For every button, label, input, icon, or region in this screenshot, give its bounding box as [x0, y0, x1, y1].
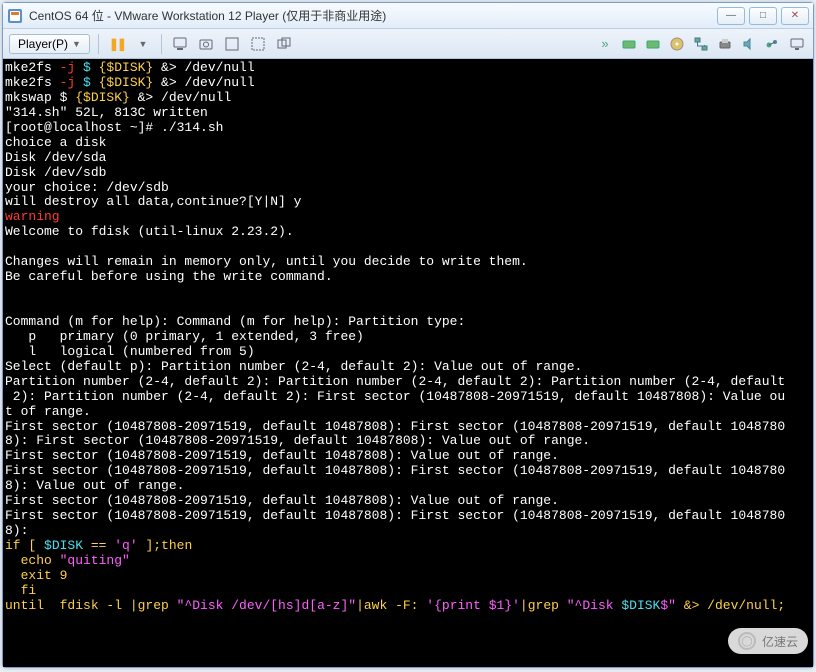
player-menu-button[interactable]: Player(P) ▼ — [9, 34, 90, 54]
pause-icon: ❚❚ — [109, 37, 125, 51]
separator — [161, 34, 162, 54]
terminal-line: echo "quiting" — [5, 553, 130, 568]
terminal-line: your choice: /dev/sdb — [5, 180, 169, 195]
watermark-icon: ◯ — [738, 632, 756, 650]
terminal-line: 8): — [5, 523, 28, 538]
terminal-line: Partition number (2-4, default 2): Parti… — [5, 374, 785, 389]
power-dropdown-icon[interactable]: ▼ — [133, 34, 153, 54]
terminal-line: warning — [5, 209, 60, 224]
terminal-line: First sector (10487808-20971519, default… — [5, 448, 559, 463]
terminal-line: mke2fs -j $ {$DISK} &> /dev/null — [5, 60, 255, 75]
snapshot-button[interactable] — [196, 34, 216, 54]
terminal-line: until fdisk -l |grep "^Disk /dev/[hs]d[a… — [5, 598, 785, 613]
terminal-line: choice a disk — [5, 135, 106, 150]
fit-guest-button[interactable] — [248, 34, 268, 54]
vmware-icon — [7, 8, 23, 24]
terminal-line: Welcome to fdisk (util-linux 2.23.2). — [5, 224, 294, 239]
usb-device-icon[interactable] — [763, 34, 783, 54]
terminal-line: First sector (10487808-20971519, default… — [5, 419, 785, 434]
player-menu-label: Player(P) — [18, 37, 68, 51]
terminal-line: l logical (numbered from 5) — [5, 344, 255, 359]
terminal-line: First sector (10487808-20971519, default… — [5, 508, 785, 523]
app-window: CentOS 64 位 - VMware Workstation 12 Play… — [2, 2, 814, 668]
fullscreen-button[interactable] — [222, 34, 242, 54]
terminal-line: 8): First sector (10487808-20971519, def… — [5, 433, 590, 448]
terminal-line: "314.sh" 52L, 813C written — [5, 105, 208, 120]
terminal-line: 2): Partition number (2-4, default 2): F… — [5, 389, 785, 404]
cd-device-icon[interactable] — [667, 34, 687, 54]
watermark: ◯ 亿速云 — [728, 628, 808, 654]
terminal-line: p primary (0 primary, 1 extended, 3 free… — [5, 329, 364, 344]
terminal-line: Disk /dev/sdb — [5, 165, 106, 180]
terminal-line: First sector (10487808-20971519, default… — [5, 493, 559, 508]
window-title: CentOS 64 位 - VMware Workstation 12 Play… — [29, 7, 717, 24]
sound-device-icon[interactable] — [739, 34, 759, 54]
terminal-line: 8): Value out of range. — [5, 478, 184, 493]
send-ctrl-alt-del-button[interactable] — [170, 34, 190, 54]
terminal-line: fi — [5, 583, 36, 598]
close-button[interactable]: ✕ — [781, 7, 809, 25]
hard-disk-device-icon[interactable] — [619, 34, 639, 54]
terminal-line: mkswap $ {$DISK} &> /dev/null — [5, 90, 231, 105]
network-device-icon[interactable] — [691, 34, 711, 54]
terminal[interactable]: mke2fs -j $ {$DISK} &> /dev/null mke2fs … — [3, 59, 813, 667]
terminal-line: Disk /dev/sda — [5, 150, 106, 165]
terminal-line: Command (m for help): Command (m for hel… — [5, 314, 465, 329]
terminal-line: Be careful before using the write comman… — [5, 269, 333, 284]
terminal-line: Select (default p): Partition number (2-… — [5, 359, 582, 374]
terminal-line: t of range. — [5, 404, 91, 419]
pause-button[interactable]: ❚❚ — [107, 34, 127, 54]
chevron-down-icon: ▼ — [72, 39, 81, 49]
titlebar[interactable]: CentOS 64 位 - VMware Workstation 12 Play… — [3, 3, 813, 29]
display-device-icon[interactable] — [787, 34, 807, 54]
terminal-line: will destroy all data,continue?[Y|N] y — [5, 194, 301, 209]
more-devices-icon[interactable]: » — [595, 34, 615, 54]
printer-device-icon[interactable] — [715, 34, 735, 54]
unity-button[interactable] — [274, 34, 294, 54]
terminal-line: Changes will remain in memory only, unti… — [5, 254, 528, 269]
hard-disk-device-icon-2[interactable] — [643, 34, 663, 54]
terminal-line: [root@localhost ~]# ./314.sh — [5, 120, 223, 135]
terminal-line: First sector (10487808-20971519, default… — [5, 463, 785, 478]
maximize-button[interactable]: □ — [749, 7, 777, 25]
separator — [98, 34, 99, 54]
toolbar: Player(P) ▼ ❚❚ ▼ » — [3, 29, 813, 59]
terminal-line: mke2fs -j $ {$DISK} &> /dev/null — [5, 75, 255, 90]
terminal-line: if [ $DISK == 'q' ];then — [5, 538, 192, 553]
minimize-button[interactable]: — — [717, 7, 745, 25]
terminal-line: exit 9 — [5, 568, 67, 583]
watermark-text: 亿速云 — [762, 633, 798, 650]
